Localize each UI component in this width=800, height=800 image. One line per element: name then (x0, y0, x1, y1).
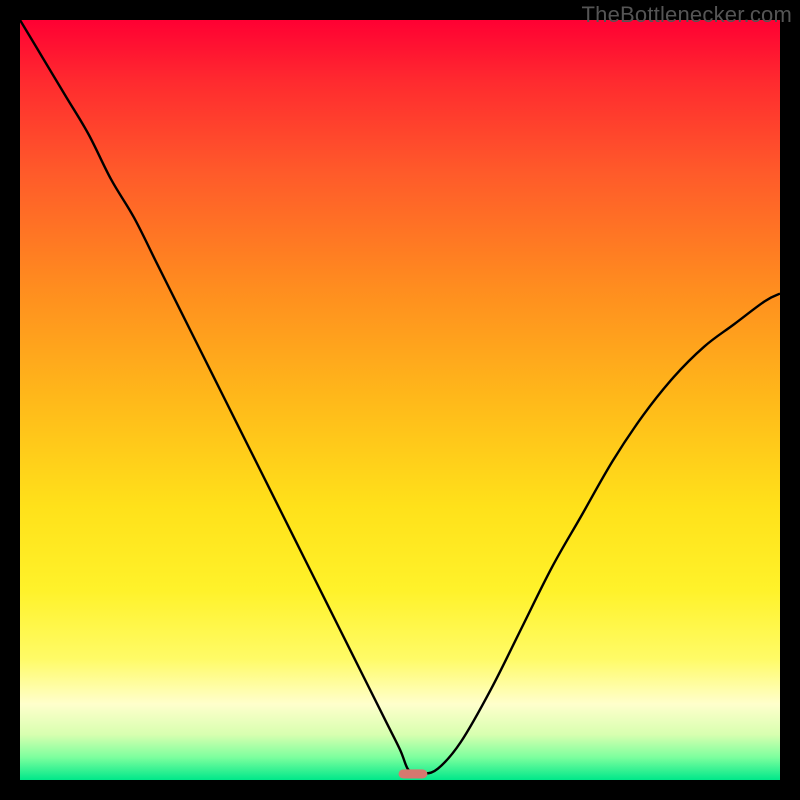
plot-area (20, 20, 780, 780)
bottleneck-curve (20, 20, 780, 775)
chart-frame: TheBottlenecker.com (0, 0, 800, 800)
optimum-marker (399, 769, 428, 778)
watermark-text: TheBottlenecker.com (582, 2, 792, 28)
chart-svg (20, 20, 780, 780)
